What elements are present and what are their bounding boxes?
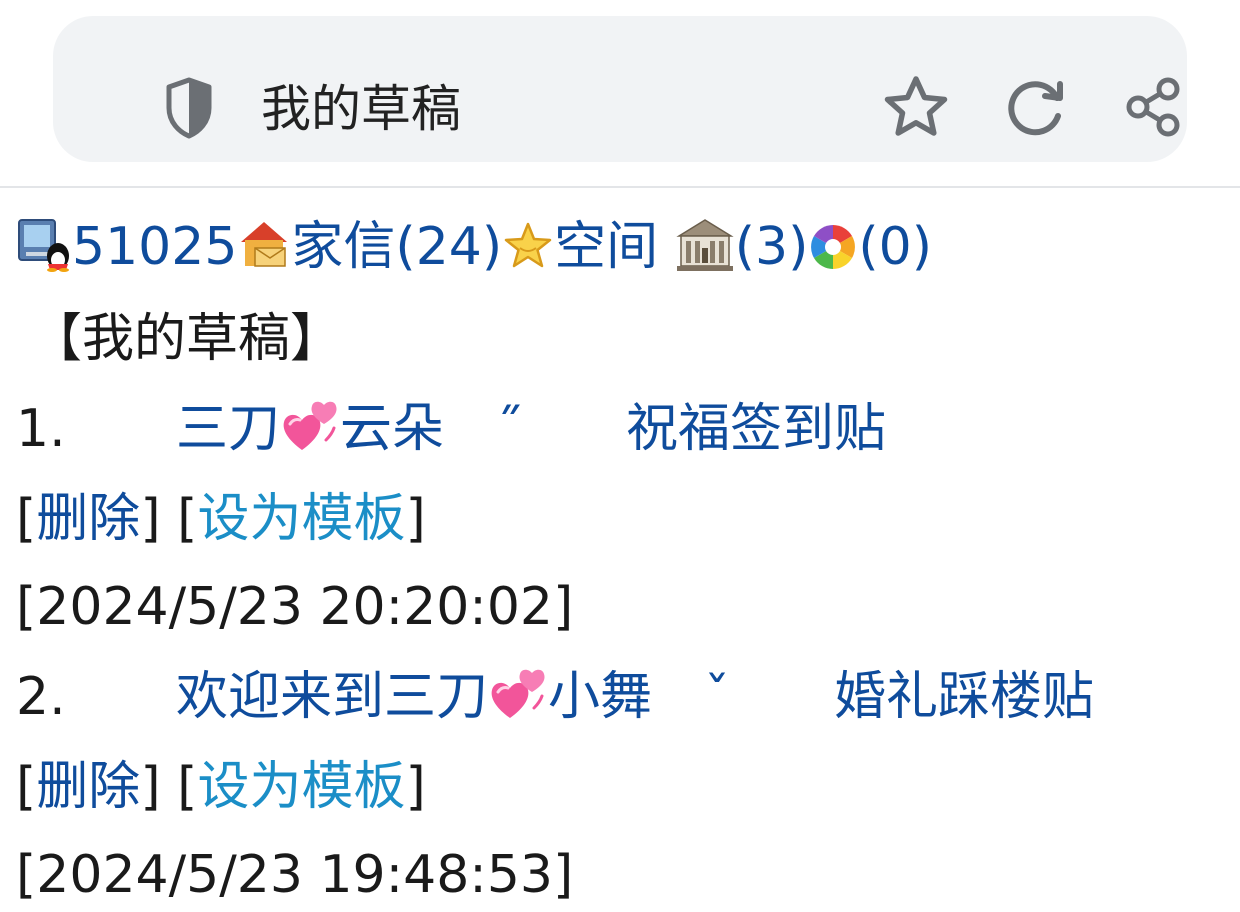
draft-actions-2: [删除] [设为模板] [16,752,426,822]
misc-count-link[interactable]: (0) [858,217,932,277]
bracket-close: ] [140,757,161,817]
draft-timestamp: [2024/5/23 20:20:02] [16,577,574,637]
space-link[interactable]: 空间 [554,217,658,277]
bracket-open: [ [177,757,198,817]
reload-icon [1008,81,1063,136]
star-space-icon [504,222,552,268]
bracket-open: [ [16,757,37,817]
set-template-button[interactable]: 设为模板 [197,757,405,817]
share-icon [1126,77,1180,137]
draft-index: 2. [16,667,66,727]
camera-shutter-icon [811,225,856,269]
bracket-close: ] [140,489,161,549]
set-template-button[interactable]: 设为模板 [197,489,405,549]
delete-button[interactable]: 删除 [36,757,140,817]
two-hearts-icon [283,401,337,450]
delete-button[interactable]: 删除 [36,489,140,549]
draft-title-part2: 云朵 ˝ 祝福签到贴 [340,399,887,459]
address-bar[interactable]: 我的草稿 [53,16,1187,162]
draft-title-part1: 三刀 [176,399,281,459]
user-id-link[interactable]: 51025 [72,217,237,277]
star-icon [884,76,948,136]
status-line: 51025 家信(24) 空间 (3) (0) [16,212,932,282]
browser-toolbar: 我的草稿 [0,0,1240,188]
bracket-close: ] [405,489,426,549]
draft-actions-1: [删除] [设为模板] [16,484,426,554]
draft-timestamp: [2024/5/23 19:48:53] [16,845,574,905]
shield-icon[interactable] [163,76,215,140]
draft-item-2: 2. 欢迎来到三刀 小舞 ˇ 婚礼踩楼贴 [16,662,1094,732]
draft-item-1: 1. 三刀 云朵 ˝ 祝福签到贴 [16,394,886,464]
draft-index: 1. [16,399,66,459]
draft-title-link[interactable]: 三刀 云朵 ˝ 祝福签到贴 [176,399,886,459]
bracket-close: ] [405,757,426,817]
hall-count-link[interactable]: (3) [735,217,809,277]
draft-title-link[interactable]: 欢迎来到三刀 小舞 ˇ 婚礼踩楼贴 [176,667,1094,727]
two-hearts-icon [491,669,545,718]
house-mail-icon [241,222,288,267]
bookmark-button[interactable] [881,72,951,142]
address-title: 我的草稿 [261,80,461,138]
hall-building-icon [676,219,734,271]
computer-qq-icon [18,219,69,272]
reload-button[interactable] [1001,72,1071,142]
draft-title-part1: 欢迎来到三刀 [176,667,489,727]
share-button[interactable] [1119,72,1189,142]
page-title: 【我的草稿】 [30,309,343,369]
mail-link[interactable]: 家信(24) [291,217,502,277]
bracket-open: [ [16,489,37,549]
draft-title-part2: 小舞 ˇ 婚礼踩楼贴 [548,667,1095,727]
bracket-open: [ [177,489,198,549]
